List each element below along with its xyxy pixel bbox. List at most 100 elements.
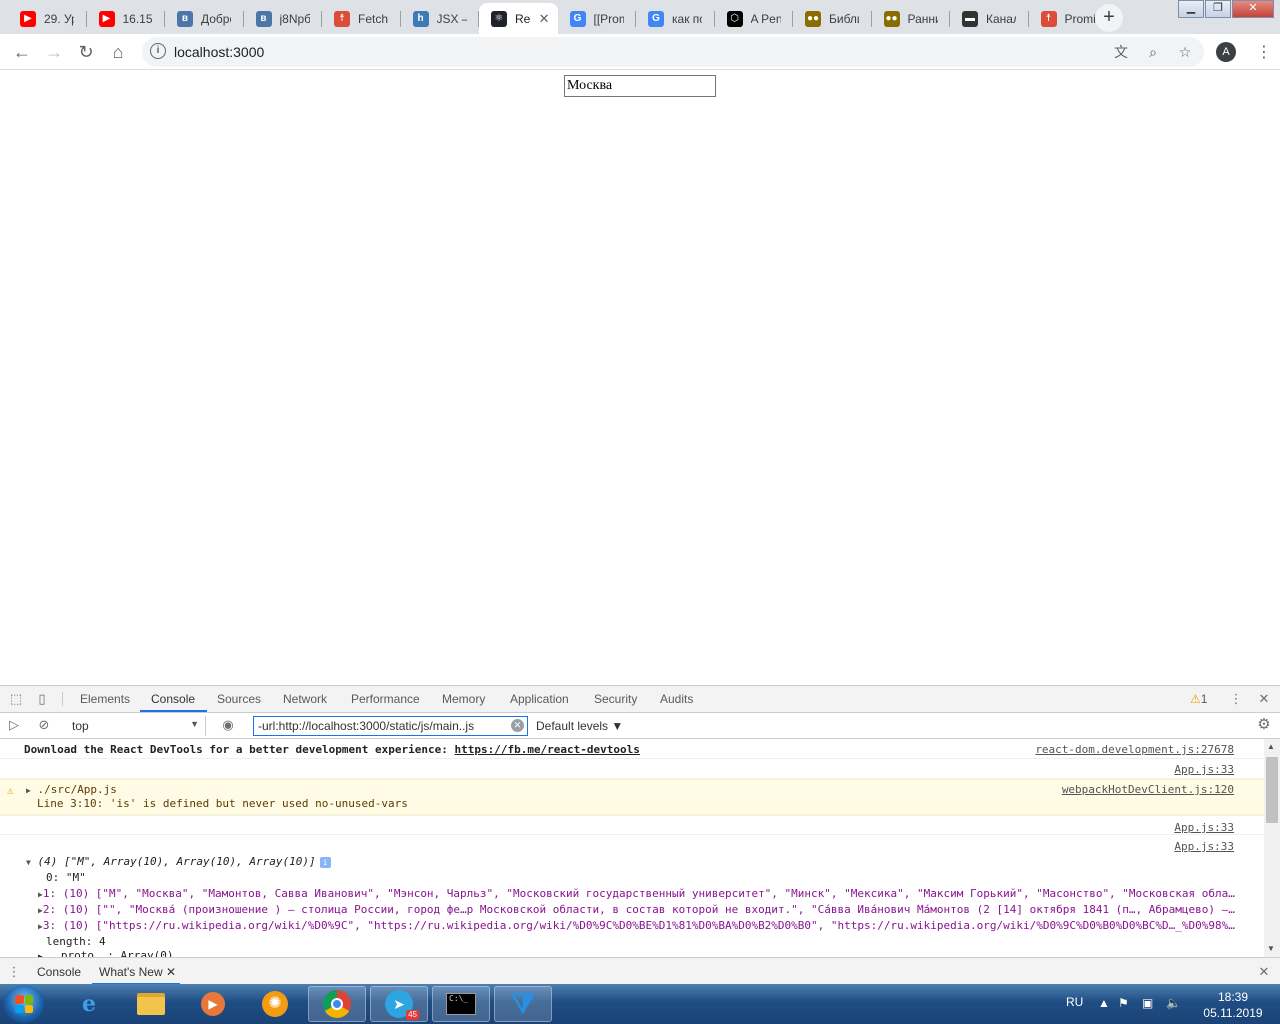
devtools-tab-performance[interactable]: Performance bbox=[351, 692, 420, 706]
devtools-tab-network[interactable]: Network bbox=[283, 692, 327, 706]
network-icon[interactable]: ▣ bbox=[1142, 996, 1153, 1010]
devtools-tab-elements[interactable]: Elements bbox=[80, 692, 130, 706]
tab-favicon-icon: ●● bbox=[805, 10, 821, 27]
browser-tab[interactable]: ⬡ A Pen b bbox=[715, 3, 793, 34]
expand-triangle-icon[interactable]: ▶ bbox=[26, 786, 31, 795]
message-source-link[interactable]: App.js:33 bbox=[1174, 821, 1234, 834]
bookmark-star-icon[interactable]: ☆ bbox=[1176, 43, 1194, 61]
file-explorer-icon[interactable] bbox=[122, 986, 180, 1022]
live-expression-eye-icon[interactable]: ◉ bbox=[220, 717, 236, 733]
page-content bbox=[0, 71, 1280, 685]
array-proto[interactable]: ▶ __proto__: Array(0) bbox=[38, 949, 173, 957]
url-text[interactable]: localhost:3000 bbox=[174, 44, 264, 60]
chrome-taskbar-icon[interactable] bbox=[308, 986, 366, 1022]
browser-tab[interactable]: G [[Prom bbox=[558, 3, 636, 34]
zoom-icon[interactable]: ⌕ bbox=[1144, 43, 1162, 61]
ubuntu-app-icon[interactable]: ✺ bbox=[246, 986, 304, 1022]
close-window-button[interactable]: ✕ bbox=[1232, 0, 1274, 18]
clear-console-icon[interactable]: ⊘ bbox=[36, 717, 52, 733]
devtools-tab-application[interactable]: Application bbox=[510, 692, 569, 706]
translate-icon[interactable]: 文 bbox=[1112, 43, 1130, 61]
browser-tab[interactable]: h JSX — bbox=[401, 3, 479, 34]
devtools-menu-icon[interactable]: ⋮ bbox=[1228, 691, 1244, 707]
devtools-tab-memory[interactable]: Memory bbox=[442, 692, 485, 706]
close-tab-icon[interactable]: ✕ bbox=[539, 11, 550, 27]
array-item[interactable]: ▶3: (10) ["https://ru.wikipedia.org/wiki… bbox=[38, 919, 1235, 932]
browser-tab[interactable]: в Добро пожаловать bbox=[165, 3, 244, 34]
devtools-tab-console[interactable]: Console bbox=[151, 692, 195, 706]
browser-tab[interactable]: ☨ Fetch API bbox=[322, 3, 401, 34]
console-scrollbar[interactable]: ▲ ▼ bbox=[1264, 739, 1280, 957]
close-drawer-icon[interactable]: ✕ bbox=[1256, 964, 1272, 980]
forward-icon[interactable]: → bbox=[40, 38, 68, 66]
clock-time[interactable]: 18:39 bbox=[1198, 990, 1268, 1004]
message-source-link[interactable]: App.js:33 bbox=[1174, 763, 1234, 776]
browser-tab[interactable]: ▬ Канал bbox=[950, 3, 1029, 34]
language-indicator[interactable]: RU bbox=[1066, 995, 1083, 1009]
internet-explorer-icon[interactable]: e bbox=[60, 986, 118, 1022]
back-icon[interactable]: ← bbox=[8, 38, 36, 66]
browser-tab[interactable]: ▶ 16.15: В bbox=[87, 3, 165, 34]
action-center-flag-icon[interactable]: ⚑ bbox=[1118, 996, 1129, 1010]
browser-menu-icon[interactable]: ⋮ bbox=[1256, 42, 1272, 62]
device-toolbar-icon[interactable]: ▯ bbox=[34, 691, 50, 707]
browser-tab[interactable]: ⚛ React ✕ bbox=[479, 3, 558, 34]
browser-tab[interactable]: ●● Ранние bbox=[872, 3, 950, 34]
tab-title: A Pen b bbox=[750, 11, 781, 26]
message-source-link[interactable]: react-dom.development.js:27678 bbox=[1035, 743, 1234, 756]
show-hidden-icons-icon[interactable]: ▲ bbox=[1098, 996, 1110, 1010]
browser-tab[interactable]: ▶ 29. Урок bbox=[8, 3, 87, 34]
divider bbox=[62, 692, 63, 706]
clock-date[interactable]: 05.11.2019 bbox=[1198, 1006, 1268, 1020]
media-player-icon[interactable]: ▶ bbox=[184, 986, 242, 1022]
vscode-taskbar-icon[interactable]: ⧩ bbox=[494, 986, 552, 1022]
array-item: 0: "М" bbox=[46, 871, 86, 884]
volume-icon[interactable]: 🔈 bbox=[1166, 996, 1181, 1010]
console-filter-input[interactable]: -url:http://localhost:3000/static/js/mai… bbox=[253, 716, 528, 736]
tab-title: 16.15: В bbox=[122, 11, 153, 26]
devtools-tab-audits[interactable]: Audits bbox=[660, 692, 693, 706]
maximize-button[interactable]: ❐ bbox=[1205, 0, 1231, 18]
tab-title: [[Prom bbox=[593, 11, 624, 26]
close-devtools-icon[interactable]: ✕ bbox=[1256, 691, 1272, 707]
message-source-link[interactable]: App.js:33 bbox=[1174, 840, 1234, 853]
chevron-down-icon: ▼ bbox=[190, 719, 199, 729]
devtools-tab-security[interactable]: Security bbox=[594, 692, 637, 706]
new-tab-button[interactable]: + bbox=[1095, 4, 1123, 32]
site-info-icon[interactable]: i bbox=[150, 43, 166, 59]
drawer-tab-console[interactable]: Console bbox=[37, 965, 81, 979]
browser-tab[interactable]: ●● Библио bbox=[793, 3, 872, 34]
array-summary[interactable]: ▼ (4) ["М", Array(10), Array(10), Array(… bbox=[26, 855, 331, 868]
console-settings-gear-icon[interactable]: ⚙ bbox=[1256, 717, 1272, 733]
minimize-button[interactable]: ▁ bbox=[1178, 0, 1204, 18]
reload-icon[interactable]: ↻ bbox=[72, 38, 100, 66]
address-bar[interactable]: i localhost:3000 文 ⌕ ☆ bbox=[142, 37, 1204, 67]
drawer-tab-whats-new[interactable]: What's New ✕ bbox=[99, 965, 176, 979]
context-select[interactable]: top ▼ bbox=[66, 716, 206, 736]
inspect-element-icon[interactable]: ⬚ bbox=[8, 691, 24, 707]
log-levels-dropdown[interactable]: Default levels ▼ bbox=[536, 719, 623, 733]
scrollbar-thumb[interactable] bbox=[1266, 757, 1278, 823]
array-item[interactable]: ▶2: (10) ["", "Москва́ (произношение ) —… bbox=[38, 903, 1235, 916]
drawer-menu-icon[interactable]: ⋮ bbox=[6, 964, 22, 980]
profile-avatar[interactable]: A bbox=[1216, 42, 1236, 62]
clear-filter-icon[interactable]: ✕ bbox=[511, 719, 524, 732]
scroll-up-icon[interactable]: ▲ bbox=[1267, 742, 1275, 751]
start-button[interactable] bbox=[4, 985, 44, 1023]
home-icon[interactable]: ⌂ bbox=[104, 38, 132, 66]
message-source-link[interactable]: webpackHotDevClient.js:120 bbox=[1062, 783, 1234, 796]
browser-tab[interactable]: в j8Npб6 bbox=[244, 3, 322, 34]
tab-favicon-icon: ☨ bbox=[1040, 10, 1057, 27]
browser-tab[interactable]: Gкак по bbox=[636, 3, 715, 34]
telegram-taskbar-icon[interactable]: ➤ 45 bbox=[370, 986, 428, 1022]
react-devtools-link[interactable]: https://fb.me/react-devtools bbox=[454, 743, 639, 756]
warning-counter[interactable]: ⚠1 bbox=[1190, 692, 1207, 706]
scroll-down-icon[interactable]: ▼ bbox=[1267, 944, 1275, 953]
show-sidebar-icon[interactable]: ▷ bbox=[6, 717, 22, 733]
array-item[interactable]: ▶1: (10) ["М", "Москва", "Мамонтов, Савв… bbox=[38, 887, 1235, 900]
terminal-taskbar-icon[interactable]: C:\_ bbox=[432, 986, 490, 1022]
city-search-input[interactable] bbox=[564, 75, 716, 97]
collapse-triangle-icon[interactable]: ▼ bbox=[26, 858, 31, 867]
devtools-tab-sources[interactable]: Sources bbox=[217, 692, 261, 706]
close-tab-icon[interactable]: ✕ bbox=[166, 965, 176, 979]
